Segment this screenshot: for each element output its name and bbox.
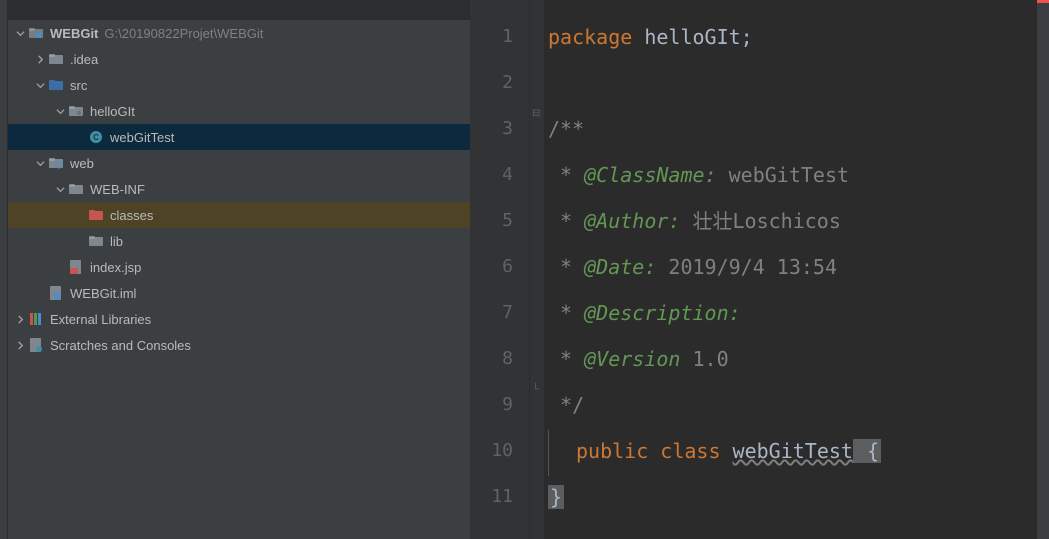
tree-row-lib[interactable]: lib bbox=[8, 228, 470, 254]
code-line: * @Description: bbox=[548, 290, 1037, 336]
folder-icon bbox=[68, 181, 84, 197]
module-folder-icon bbox=[28, 25, 44, 41]
code-line: * @ClassName: webGitTest bbox=[548, 152, 1037, 198]
tree-spacer bbox=[32, 285, 48, 301]
fold-toggle-icon[interactable]: ⊟ bbox=[532, 108, 540, 119]
tree-row-idea[interactable]: .idea bbox=[8, 46, 470, 72]
excluded-folder-icon bbox=[88, 207, 104, 223]
line-num: 2 bbox=[470, 60, 529, 106]
code-line: * @Author: 壮壮Loschicos bbox=[548, 198, 1037, 244]
line-num: 3 bbox=[470, 106, 529, 152]
label: web bbox=[70, 156, 94, 171]
code-line: public class webGitTest { bbox=[548, 428, 1037, 474]
chevron-down-icon[interactable] bbox=[32, 77, 48, 93]
line-num: 7 bbox=[470, 290, 529, 336]
code-line: */ bbox=[548, 382, 1037, 428]
folder-icon bbox=[48, 51, 64, 67]
code-line: /** bbox=[548, 106, 1037, 152]
tree-row-external-libraries[interactable]: External Libraries bbox=[8, 306, 470, 332]
root-name: WEBGit bbox=[50, 26, 98, 41]
label: helloGIt bbox=[90, 104, 135, 119]
tree-row-scratches[interactable]: Scratches and Consoles bbox=[8, 332, 470, 358]
svg-text:C: C bbox=[93, 133, 99, 142]
class-icon: C bbox=[88, 129, 104, 145]
tree-spacer bbox=[72, 207, 88, 223]
chevron-down-icon[interactable] bbox=[52, 103, 68, 119]
line-num: 1 bbox=[470, 14, 529, 60]
line-num: 8 bbox=[470, 336, 529, 382]
tree-spacer bbox=[72, 233, 88, 249]
package-icon bbox=[68, 103, 84, 119]
code-line: * @Date: 2019/9/4 13:54 bbox=[548, 244, 1037, 290]
line-num: 6 bbox=[470, 244, 529, 290]
editor-scrollbar[interactable] bbox=[1037, 0, 1049, 539]
label: .idea bbox=[70, 52, 98, 67]
line-num: 11 bbox=[470, 474, 529, 520]
folder-icon bbox=[88, 233, 104, 249]
tree-row-hellogit[interactable]: helloGIt bbox=[8, 98, 470, 124]
project-tree[interactable]: WEBGit G:\20190822Projet\WEBGit .idea sr… bbox=[8, 20, 470, 358]
tree-row-webinf[interactable]: WEB-INF bbox=[8, 176, 470, 202]
src-folder-icon bbox=[48, 77, 64, 93]
line-number-gutter[interactable]: 1 2 3 4 5 6 7 8 9 10 11 bbox=[470, 0, 530, 539]
tree-row-root[interactable]: WEBGit G:\20190822Projet\WEBGit bbox=[8, 20, 470, 46]
line-num: 10 bbox=[470, 428, 529, 474]
line-num: 4 bbox=[470, 152, 529, 198]
label: WEBGit.iml bbox=[70, 286, 136, 301]
iml-file-icon bbox=[48, 285, 64, 301]
project-tree-panel: WEBGit G:\20190822Projet\WEBGit .idea sr… bbox=[8, 0, 470, 539]
tree-row-src[interactable]: src bbox=[8, 72, 470, 98]
label: webGitTest bbox=[110, 130, 174, 145]
chevron-right-icon[interactable] bbox=[12, 337, 28, 353]
libraries-icon bbox=[28, 311, 44, 327]
fold-gutter[interactable]: ⊟ └ bbox=[530, 0, 544, 539]
label: src bbox=[70, 78, 87, 93]
tree-row-classes[interactable]: classes bbox=[8, 202, 470, 228]
code-editor[interactable]: 1 2 3 4 5 6 7 8 9 10 11 ⊟ └ package hell… bbox=[470, 0, 1049, 539]
code-line: * @Version 1.0 bbox=[548, 336, 1037, 382]
tree-spacer bbox=[52, 259, 68, 275]
line-num: 5 bbox=[470, 198, 529, 244]
panel-header bbox=[8, 0, 470, 20]
web-folder-icon bbox=[48, 155, 64, 171]
code-content[interactable]: package helloGIt; /** * @ClassName: webG… bbox=[544, 0, 1037, 539]
tree-spacer bbox=[72, 129, 88, 145]
sidebar-gutter bbox=[0, 0, 8, 539]
code-line: } bbox=[548, 474, 1037, 520]
label: Scratches and Consoles bbox=[50, 338, 191, 353]
chevron-right-icon[interactable] bbox=[12, 311, 28, 327]
label: lib bbox=[110, 234, 123, 249]
label: WEB-INF bbox=[90, 182, 145, 197]
chevron-right-icon[interactable] bbox=[32, 51, 48, 67]
tree-row-indexjsp[interactable]: index.jsp bbox=[8, 254, 470, 280]
tree-row-web[interactable]: web bbox=[8, 150, 470, 176]
tree-row-webgittest[interactable]: C webGitTest bbox=[8, 124, 470, 150]
chevron-down-icon[interactable] bbox=[12, 25, 28, 41]
label: index.jsp bbox=[90, 260, 141, 275]
tree-row-iml[interactable]: WEBGit.iml bbox=[8, 280, 470, 306]
chevron-down-icon[interactable] bbox=[52, 181, 68, 197]
scratches-icon bbox=[28, 337, 44, 353]
jsp-file-icon bbox=[68, 259, 84, 275]
label: External Libraries bbox=[50, 312, 151, 327]
code-line: package helloGIt; bbox=[548, 14, 1037, 60]
code-line bbox=[548, 60, 1037, 106]
label: classes bbox=[110, 208, 153, 223]
root-path: G:\20190822Projet\WEBGit bbox=[104, 26, 263, 41]
chevron-down-icon[interactable] bbox=[32, 155, 48, 171]
fold-end-icon: └ bbox=[532, 384, 539, 395]
line-num: 9 bbox=[470, 382, 529, 428]
